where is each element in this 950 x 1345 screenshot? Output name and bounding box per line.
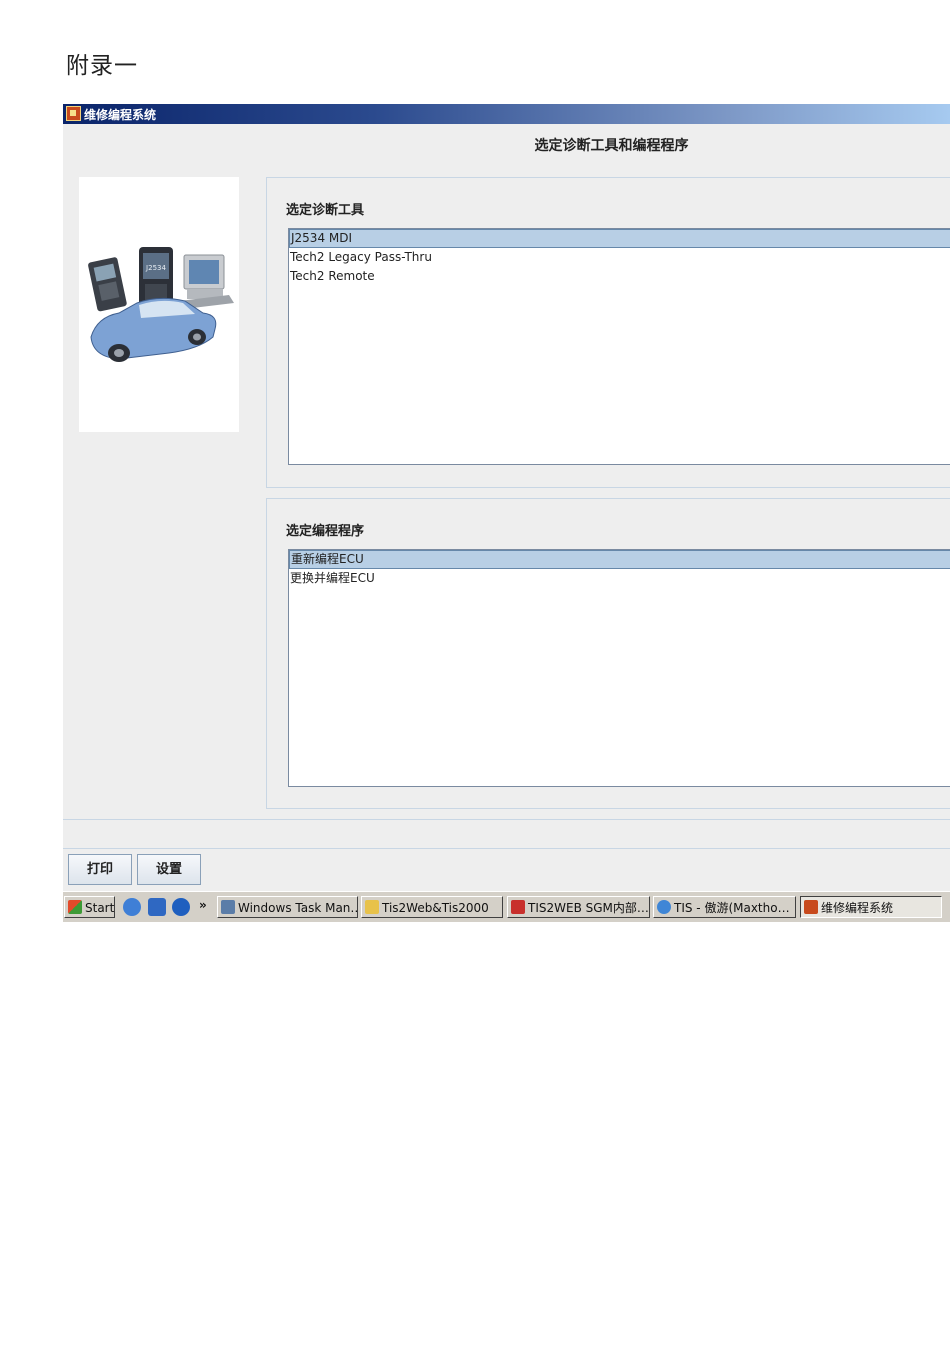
document-heading: 附录一 xyxy=(66,53,138,79)
taskbar-item-label: 维修编程系统 xyxy=(821,901,894,915)
program-list[interactable]: 重新编程ECU 更换并编程ECU xyxy=(288,549,950,787)
media-player-icon[interactable] xyxy=(172,898,190,916)
app-window: 维修编程系统 选定诊断工具和编程程序 J2534 选定诊断工具 J2534 MD… xyxy=(63,104,950,922)
status-strip xyxy=(63,819,950,849)
print-button[interactable]: 打印 xyxy=(68,854,132,885)
start-button[interactable]: Start xyxy=(64,896,115,918)
ie-browser-icon[interactable] xyxy=(123,898,141,916)
quicklaunch-chevron-icon[interactable]: » xyxy=(199,894,207,916)
tool-item-tech2-remote[interactable]: Tech2 Remote xyxy=(289,267,950,286)
program-item-reprogram[interactable]: 重新编程ECU xyxy=(289,550,950,569)
taskbar-item-task-manager[interactable]: Windows Task Man… xyxy=(217,896,358,918)
windows-logo-icon xyxy=(68,900,82,914)
tool-list[interactable]: J2534 MDI Tech2 Legacy Pass-Thru Tech2 R… xyxy=(288,228,950,465)
app-icon xyxy=(66,106,81,121)
diagnostic-tools-car-illustration: J2534 xyxy=(88,247,234,362)
taskbar-item-label: TIS2WEB SGM内部… xyxy=(528,901,649,915)
tool-group-label: 选定诊断工具 xyxy=(286,203,365,218)
pdf-icon xyxy=(511,900,525,914)
tool-item-tech2-legacy[interactable]: Tech2 Legacy Pass-Thru xyxy=(289,248,950,267)
program-group-label: 选定编程程序 xyxy=(286,524,365,539)
device-image-panel: J2534 xyxy=(79,177,239,432)
taskbar: Start » Windows Task Man… Tis2Web&Tis200… xyxy=(63,891,950,922)
folder-icon xyxy=(365,900,379,914)
window-title: 维修编程系统 xyxy=(84,108,157,122)
tool-selection-group: 选定诊断工具 J2534 MDI Tech2 Legacy Pass-Thru … xyxy=(266,177,950,488)
program-selection-group: 选定编程程序 重新编程ECU 更换并编程ECU xyxy=(266,498,950,809)
taskbar-item-label: Windows Task Man… xyxy=(238,901,358,915)
taskbar-item-label: TIS - 傲游(Maxtho… xyxy=(674,901,790,915)
settings-button[interactable]: 设置 xyxy=(137,854,201,885)
taskbar-item-label: Tis2Web&Tis2000 xyxy=(382,901,489,915)
monitor-icon xyxy=(221,900,235,914)
app-icon xyxy=(804,900,818,914)
device-label-text: J2534 xyxy=(145,264,166,272)
taskbar-item-maxthon[interactable]: TIS - 傲游(Maxtho… xyxy=(653,896,796,918)
start-label: Start xyxy=(85,901,115,915)
taskbar-item-tis2web-folder[interactable]: Tis2Web&Tis2000 xyxy=(361,896,503,918)
program-item-replace-program[interactable]: 更换并编程ECU xyxy=(289,569,950,588)
title-bar[interactable]: 维修编程系统 xyxy=(63,104,950,124)
taskbar-item-active-app[interactable]: 维修编程系统 xyxy=(800,896,942,918)
browser-icon xyxy=(657,900,671,914)
taskbar-item-pdf[interactable]: TIS2WEB SGM内部… xyxy=(507,896,650,918)
outlook-icon[interactable] xyxy=(148,898,166,916)
tool-item-j2534[interactable]: J2534 MDI xyxy=(289,229,950,248)
page-title: 选定诊断工具和编程程序 xyxy=(534,138,689,154)
